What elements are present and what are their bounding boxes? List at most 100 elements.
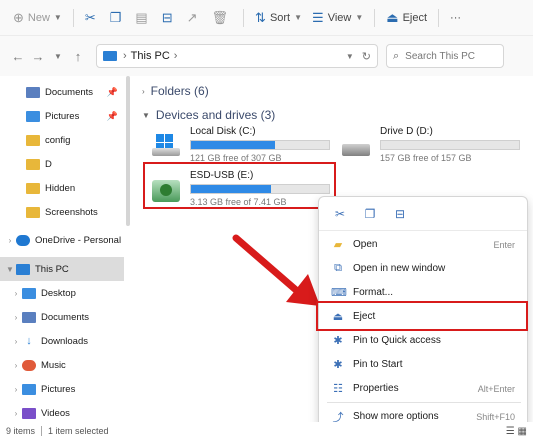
menu-item-label: Pin to Quick access: [353, 335, 441, 346]
chevron-right-icon[interactable]: ›: [10, 313, 22, 322]
search-placeholder: Search This PC: [405, 50, 476, 62]
search-box[interactable]: ⌕ Search This PC: [386, 44, 504, 68]
rename-icon[interactable]: ⊟: [389, 207, 411, 221]
new-button[interactable]: ⊕ New ▼: [8, 5, 67, 31]
group-title: Folders (6): [150, 84, 209, 98]
chevron-down-icon: ▼: [355, 13, 364, 22]
menu-shortcut: Enter: [493, 239, 515, 250]
sidebar-item-this-pc[interactable]: ▼ This PC: [0, 257, 124, 281]
drive-d[interactable]: Drive D (D:) 157 GB free of 157 GB: [340, 126, 530, 166]
drive-c[interactable]: Local Disk (C:) 121 GB free of 307 GB: [150, 126, 340, 166]
chevron-right-icon[interactable]: ›: [10, 361, 22, 370]
group-title: Devices and drives (3): [155, 108, 276, 122]
pictures-icon: [22, 383, 36, 395]
up-arrow-icon[interactable]: ↑: [68, 49, 88, 64]
paste-button[interactable]: ▤: [130, 5, 156, 31]
forward-arrow-icon[interactable]: →: [28, 49, 48, 64]
sidebar-scrollbar[interactable]: [126, 76, 130, 226]
sidebar-item-screenshots[interactable]: Screenshots: [0, 200, 124, 224]
eject-icon: ⏏: [386, 9, 399, 25]
chevron-down-icon[interactable]: ▼: [4, 265, 16, 274]
videos-icon: [22, 407, 36, 419]
chevron-right-icon[interactable]: ›: [10, 409, 22, 418]
menu-item-open[interactable]: ▰ Open Enter: [319, 233, 527, 256]
cut-icon[interactable]: ✂: [329, 207, 351, 221]
sidebar-item-label: OneDrive - Personal: [35, 234, 122, 246]
eject-label: Eject: [402, 11, 428, 24]
history-dropdown-icon[interactable]: ▼: [346, 52, 354, 61]
menu-item-label: Properties: [353, 383, 399, 394]
copy-button[interactable]: ❐: [105, 5, 131, 31]
devices-group-header[interactable]: ▼ Devices and drives (3): [142, 108, 275, 122]
drive-free-space: 157 GB free of 157 GB: [380, 153, 472, 163]
sidebar-item-onedrive[interactable]: › OneDrive - Personal: [0, 228, 124, 252]
divider: [438, 8, 440, 27]
sidebar-item-pictures-pinned[interactable]: Pictures 📌: [0, 104, 124, 128]
menu-item-properties[interactable]: ☷ Properties Alt+Enter: [319, 377, 527, 400]
drive-c-icon: [152, 132, 182, 156]
pin-icon: 📌: [106, 110, 118, 121]
menu-item-open-new-window[interactable]: ⧉ Open in new window: [319, 257, 527, 280]
search-icon: ⌕: [393, 49, 400, 62]
sort-icon: ⇅: [255, 9, 266, 25]
chevron-right-icon[interactable]: ›: [4, 236, 16, 245]
command-bar: ⊕ New ▼ ✂ ❐ ▤ ⊟ ↗ 🗑 ⇅ Sort ▼ ☰ View ▼ ⏏ …: [0, 0, 533, 36]
trash-icon: 🗑: [211, 9, 229, 25]
download-icon: ↓: [26, 335, 32, 347]
rename-button[interactable]: ⊟: [157, 5, 182, 31]
divider: [374, 8, 376, 27]
pictures-icon: [26, 110, 40, 122]
share-button[interactable]: ↗: [182, 5, 207, 31]
menu-shortcut: Alt+Enter: [477, 383, 515, 394]
divider: [243, 8, 245, 27]
sidebar-item-documents[interactable]: › Documents: [0, 305, 124, 329]
menu-divider: [327, 402, 521, 403]
selection-count: 1 item selected: [48, 426, 109, 436]
rename-icon: ⊟: [161, 9, 173, 25]
folders-group-header[interactable]: › Folders (6): [142, 84, 209, 98]
back-arrow-icon[interactable]: ←: [8, 49, 28, 64]
recent-chevron-icon[interactable]: ▼: [48, 52, 68, 61]
pointer-arrow-icon: [232, 234, 320, 306]
address-bar[interactable]: › This PC › ▼ ↻: [96, 44, 378, 68]
menu-item-label: Format...: [353, 287, 394, 298]
sort-button[interactable]: ⇅ Sort ▼: [250, 5, 307, 31]
view-button[interactable]: ☰ View ▼: [307, 5, 368, 31]
pin-icon: ✱: [333, 335, 343, 347]
menu-item-label: Show more options: [353, 411, 439, 422]
cut-button[interactable]: ✂: [80, 5, 105, 31]
sidebar-item-downloads[interactable]: › ↓ Downloads: [0, 329, 124, 353]
delete-button[interactable]: 🗑: [207, 5, 238, 31]
sidebar-item-documents-pinned[interactable]: Documents 📌: [0, 80, 124, 104]
menu-item-pin-start[interactable]: ✱ Pin to Start: [319, 353, 527, 376]
eject-button[interactable]: ⏏ Eject: [381, 5, 432, 31]
pin-start-icon: ✱: [333, 359, 343, 371]
drive-usage-bar: [190, 140, 330, 150]
copy-icon[interactable]: ❐: [359, 207, 381, 221]
more-options-button[interactable]: ···: [445, 5, 466, 31]
sidebar-item-desktop[interactable]: › Desktop: [0, 281, 124, 305]
more-label: ···: [450, 11, 462, 24]
refresh-icon[interactable]: ↻: [362, 50, 371, 63]
sidebar-item-music[interactable]: › Music: [0, 353, 124, 377]
cloud-icon: [16, 234, 30, 246]
breadcrumb-separator-icon: ›: [123, 50, 127, 62]
chevron-right-icon[interactable]: ›: [10, 337, 22, 346]
sidebar-item-pictures[interactable]: › Pictures: [0, 377, 124, 401]
menu-item-pin-quick-access[interactable]: ✱ Pin to Quick access: [319, 329, 527, 352]
breadcrumb-separator-icon: ›: [173, 50, 178, 62]
sidebar-item-config[interactable]: config: [0, 128, 124, 152]
view-toggle-icons[interactable]: ☰ ▦: [506, 426, 527, 437]
folder-icon: [26, 158, 40, 170]
divider: [72, 8, 74, 27]
sidebar-item-hidden[interactable]: Hidden: [0, 176, 124, 200]
documents-icon: [26, 86, 40, 98]
chevron-right-icon[interactable]: ›: [10, 289, 22, 298]
chevron-right-icon[interactable]: ›: [10, 385, 22, 394]
desktop-icon: [22, 287, 36, 299]
breadcrumb-this-pc[interactable]: This PC: [131, 50, 170, 62]
chevron-down-icon: ▼: [53, 13, 62, 22]
sidebar-item-label: Hidden: [45, 182, 76, 194]
drive-usage-bar: [380, 140, 520, 150]
sidebar-item-d[interactable]: D: [0, 152, 124, 176]
